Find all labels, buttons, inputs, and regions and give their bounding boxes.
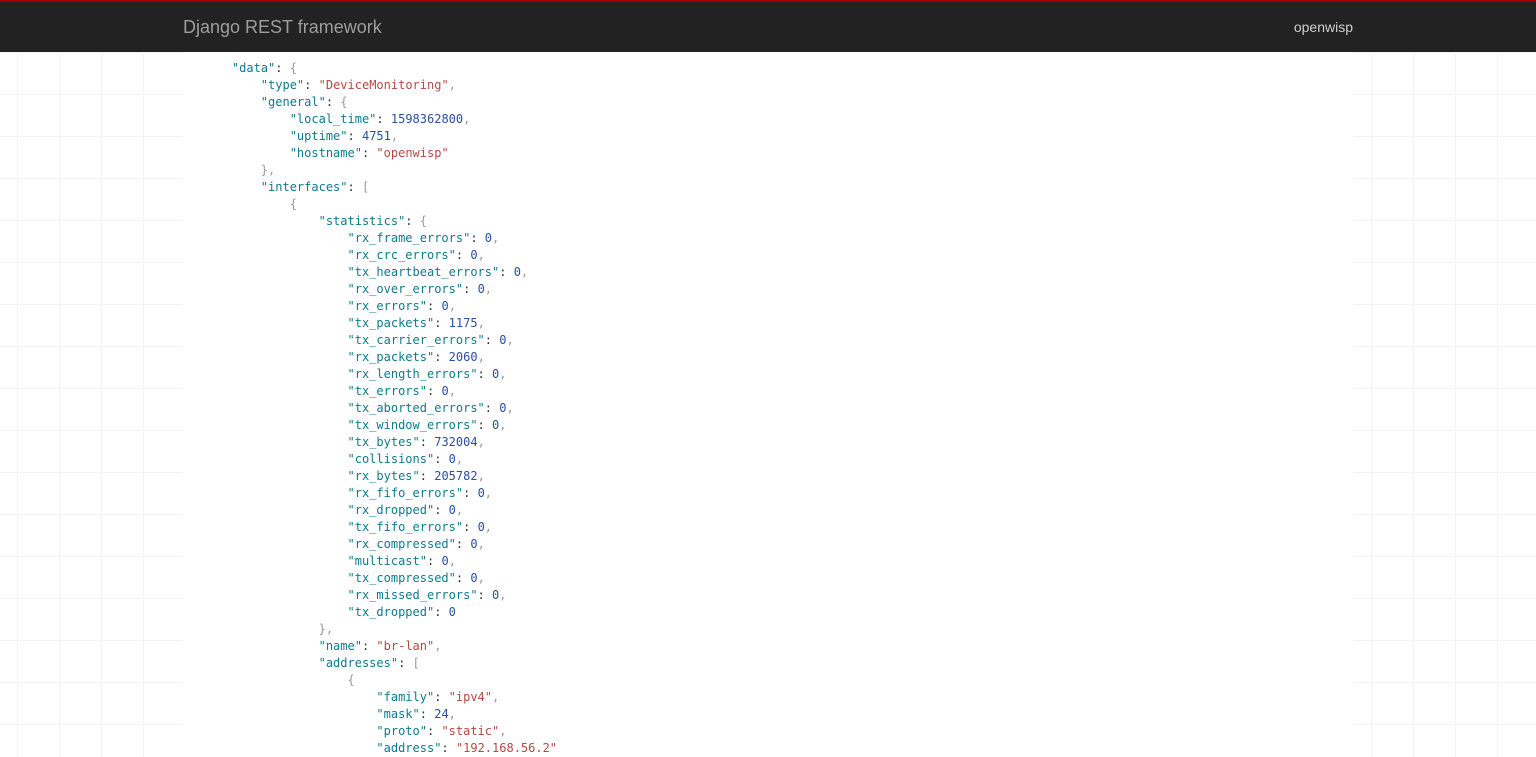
navbar-inner: Django REST framework openwisp xyxy=(168,17,1368,37)
response-json-body: "data": { "type": "DeviceMonitoring", "g… xyxy=(183,52,1353,757)
navbar-brand-link[interactable]: Django REST framework xyxy=(183,17,382,37)
navbar: Django REST framework openwisp xyxy=(0,2,1536,52)
navbar-user-link[interactable]: openwisp xyxy=(1294,19,1353,35)
page-container: "data": { "type": "DeviceMonitoring", "g… xyxy=(168,52,1368,757)
top-accent-bar xyxy=(0,0,1536,2)
response-area: "data": { "type": "DeviceMonitoring", "g… xyxy=(183,52,1353,757)
